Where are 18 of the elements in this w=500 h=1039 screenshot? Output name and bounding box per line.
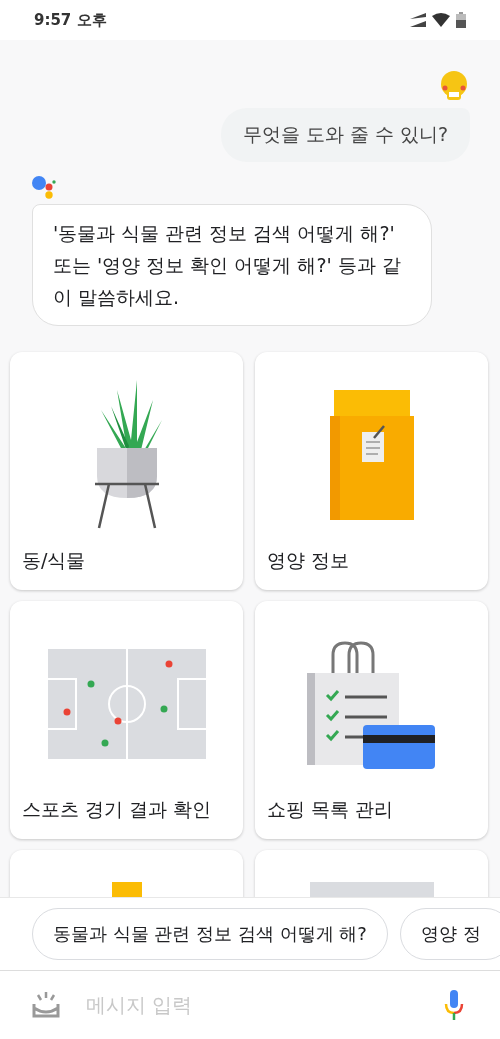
avatar-icon [438,70,470,102]
suggestion-chip[interactable]: 동물과 식물 관련 정보 검색 어떻게 해? [32,908,388,960]
soccer-field-icon [47,649,206,759]
topic-card[interactable]: 동/식물 [10,352,243,590]
microphone-icon[interactable] [444,990,464,1020]
suggestion-chip[interactable]: 영양 정 [399,908,500,960]
paper-bag-icon [329,390,414,520]
wifi-icon [432,13,450,27]
battery-icon [456,12,466,28]
tray-icon[interactable] [32,992,60,1018]
topic-card[interactable]: 스포츠 경기 결과 확인 [10,601,243,839]
signal-icon [410,13,426,27]
shopping-bag-icon [306,639,437,769]
user-message: 무엇을 도와 줄 수 있니? [220,108,470,162]
topic-card[interactable]: 쇼핑 목록 관리 [255,601,488,839]
status-time: 9:57 오후 [34,10,107,30]
topic-card[interactable]: 영양 정보 [255,352,488,590]
assistant-message: '동물과 식물 관련 정보 검색 어떻게 해?' 또는 '영양 정보 확인 어떻게 해?' 등과 같이 말씀하세요. [32,204,432,326]
